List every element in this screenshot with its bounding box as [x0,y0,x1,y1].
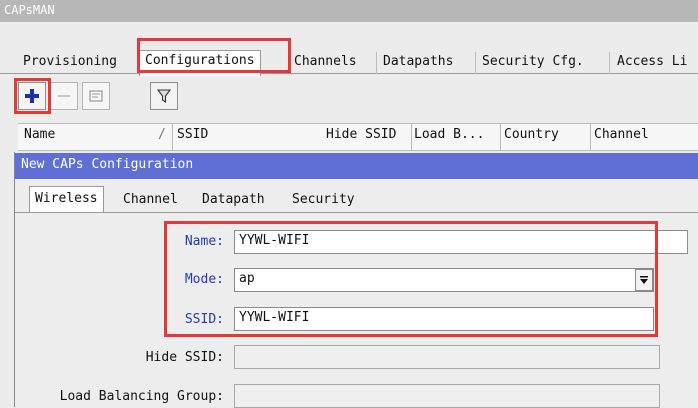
hide-ssid-label: Hide SSID: [145,350,224,365]
tab-access-list[interactable]: Access Li [612,52,692,74]
dialog-tab-divider [15,212,698,213]
hide-ssid-select[interactable] [234,345,660,369]
tab-divider [376,52,377,74]
load-balancing-group-select[interactable] [234,384,660,408]
column-name[interactable]: Name [24,127,55,142]
highlight-fields [164,221,658,337]
window-title: CAPsMAN [0,0,698,22]
note-icon [89,90,103,102]
tab-divider [609,52,610,74]
column-ssid[interactable]: SSID [177,127,208,142]
tab-datapaths[interactable]: Datapaths [378,52,458,74]
column-hide-ssid[interactable]: Hide SSID [326,127,396,142]
comment-button[interactable] [82,82,110,110]
column-divider [172,124,173,150]
column-divider [500,124,501,150]
column-load-balancing[interactable]: Load B... [414,127,484,142]
load-balancing-group-label: Load Balancing Group: [59,389,224,404]
remove-button[interactable] [50,82,78,110]
tab-divider [475,52,476,74]
tab-provisioning[interactable]: Provisioning [18,52,122,74]
sort-indicator: / [158,127,166,142]
column-divider [411,124,412,150]
dialog-tab-security[interactable]: Security [287,188,360,212]
funnel-icon [156,89,172,104]
dialog-tab-channel[interactable]: Channel [118,188,183,212]
highlight-add-button [14,78,51,114]
column-country[interactable]: Country [504,127,559,142]
dialog-tab-wireless[interactable]: Wireless [29,186,104,213]
dialog-title: New CAPs Configuration [15,153,698,179]
column-divider [590,124,591,150]
tab-security-cfg[interactable]: Security Cfg. [477,52,589,74]
tab-channels[interactable]: Channels [289,52,362,74]
filter-button[interactable] [150,82,178,110]
minus-icon [58,95,70,97]
highlight-configurations-tab [137,38,291,73]
column-channel[interactable]: Channel [594,127,649,142]
dialog-tab-datapath[interactable]: Datapath [197,188,270,212]
